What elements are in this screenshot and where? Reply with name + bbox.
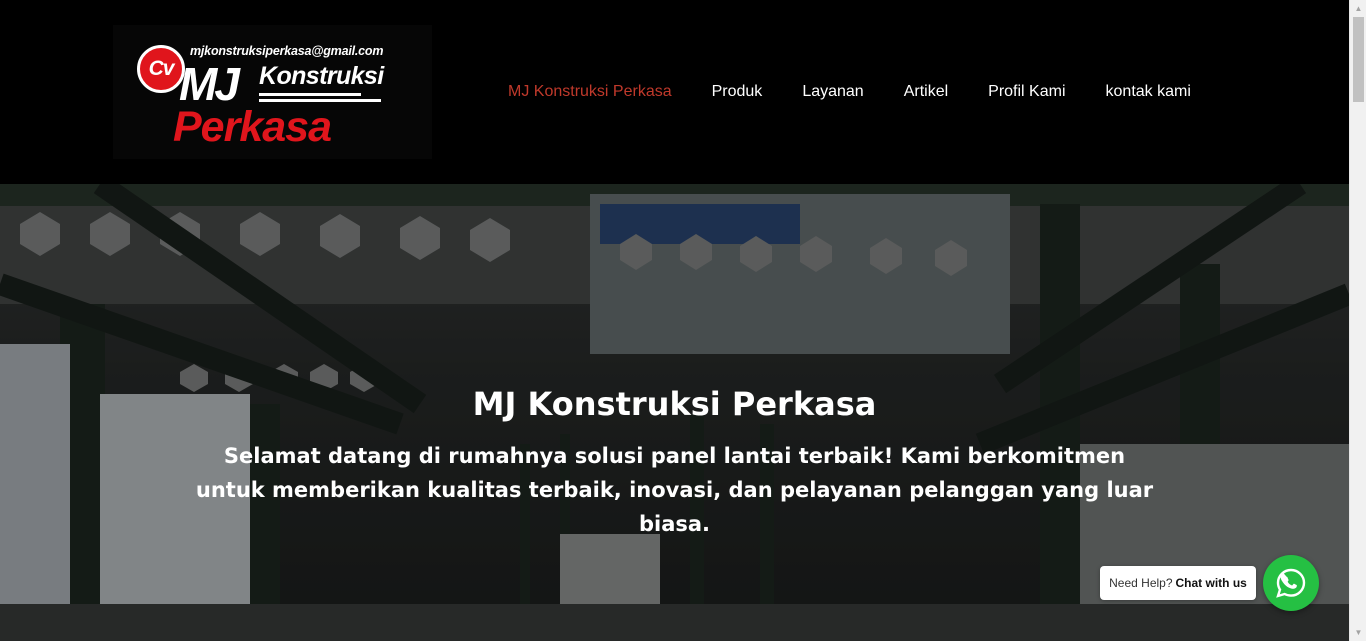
whatsapp-cta: Chat with us <box>1175 576 1247 590</box>
nav-item-artikel[interactable]: Artikel <box>904 83 948 101</box>
whatsapp-chat-button[interactable] <box>1263 555 1319 611</box>
hero-subtitle: Selamat datang di rumahnya solusi panel … <box>195 444 1154 536</box>
logo-stripe <box>259 93 361 96</box>
whatsapp-prompt: Need Help? <box>1109 576 1173 590</box>
scroll-thumb[interactable] <box>1353 17 1364 102</box>
logo-konstruksi: Konstruksi <box>259 62 384 90</box>
logo-stripe <box>259 99 381 102</box>
logo-email: mjkonstruksiperkasa@gmail.com <box>190 44 384 58</box>
logo-badge: Cv <box>137 45 185 93</box>
whatsapp-help-bubble[interactable]: Need Help? Chat with us <box>1100 566 1256 600</box>
nav-item-layanan[interactable]: Layanan <box>802 83 863 101</box>
page-scrollbar[interactable]: ▲ ▼ <box>1349 0 1366 641</box>
main-nav: MJ Konstruksi Perkasa Produk Layanan Art… <box>508 80 1191 104</box>
scroll-down-arrow-icon[interactable]: ▼ <box>1350 624 1366 641</box>
nav-item-kontak[interactable]: kontak kami <box>1106 83 1191 101</box>
logo-mj: MJ <box>179 58 240 110</box>
site-logo[interactable]: Cv mjkonstruksiperkasa@gmail.com MJ Kons… <box>113 25 432 159</box>
nav-item-produk[interactable]: Produk <box>712 83 763 101</box>
nav-item-profil[interactable]: Profil Kami <box>988 83 1065 101</box>
hero-title: MJ Konstruksi Perkasa <box>472 385 877 423</box>
logo-perkasa: Perkasa <box>173 103 332 151</box>
scroll-up-arrow-icon[interactable]: ▲ <box>1350 0 1366 17</box>
site-header: Cv mjkonstruksiperkasa@gmail.com MJ Kons… <box>0 0 1349 184</box>
nav-item-home[interactable]: MJ Konstruksi Perkasa <box>508 83 672 101</box>
whatsapp-icon <box>1276 568 1306 598</box>
